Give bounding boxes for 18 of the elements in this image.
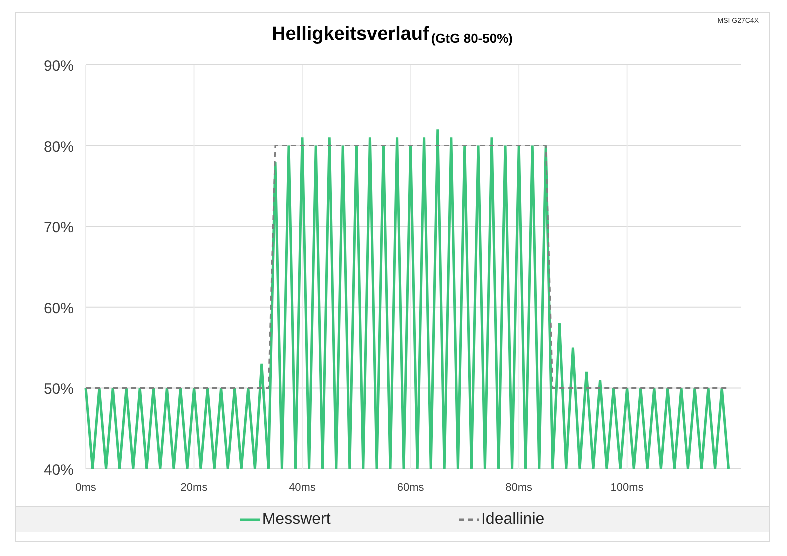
axis-tick-label: 20ms [180, 482, 208, 494]
axis-tick-label: 60ms [397, 482, 424, 494]
axis-tick-label: 90% [44, 58, 74, 75]
axis-tick-label: 50% [44, 381, 74, 398]
axis-tick-label: 100ms [610, 482, 644, 494]
axis-tick-label: 70% [44, 220, 74, 237]
legend-label: Messwert [262, 510, 331, 530]
axis-tick-label: 80% [44, 138, 74, 156]
axis-tick-label: 80ms [506, 482, 532, 494]
dashed-line-icon [459, 518, 480, 522]
axis-tick-label: 40% [44, 462, 74, 479]
axis-tick-label: 40ms [289, 482, 316, 494]
chart-subtitle: (GtG 80-50%) [431, 30, 513, 48]
solid-line-icon [240, 518, 260, 522]
axis-tick-label: 0ms [76, 482, 96, 494]
chart-title: Helligkeitsverlauf [272, 22, 430, 46]
legend-label: Ideallinie [481, 510, 545, 530]
axis-tick-label: 60% [44, 300, 74, 318]
